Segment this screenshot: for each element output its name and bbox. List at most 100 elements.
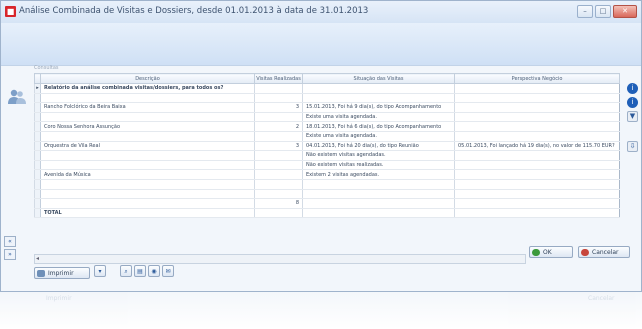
cell-visitas <box>254 150 303 161</box>
zoom-icon[interactable]: ⌕ <box>120 265 132 277</box>
cell-situacao <box>302 198 455 209</box>
last-record-icon[interactable]: » <box>4 249 16 260</box>
app-icon: ■ <box>5 6 16 17</box>
header-banner <box>1 23 641 66</box>
print-options-button[interactable]: ▾ <box>94 265 106 277</box>
cell-situacao <box>302 83 455 94</box>
cell-visitas <box>254 83 303 94</box>
cell-descricao: TOTAL <box>40 208 255 219</box>
cell-perspectiva <box>454 169 620 180</box>
cell-perspectiva <box>454 189 620 200</box>
cell-perspectiva <box>454 150 620 161</box>
cell-situacao <box>302 93 455 104</box>
cell-situacao: Existem 2 visitas agendadas. <box>302 169 455 180</box>
cell-perspectiva <box>454 131 620 142</box>
cell-descricao <box>40 112 255 123</box>
people-icon <box>8 89 26 104</box>
cell-perspectiva <box>454 112 620 123</box>
cell-perspectiva <box>454 198 620 209</box>
column-header-situacao[interactable]: Situação das Visitas <box>302 73 455 84</box>
table-row[interactable]: TOTAL <box>34 208 620 219</box>
ok-button-label: OK <box>543 249 552 256</box>
cell-perspectiva <box>454 93 620 104</box>
horizontal-scrollbar[interactable]: ◂ <box>34 254 526 264</box>
maximize-button[interactable]: □ <box>595 5 611 18</box>
info-icon[interactable]: i <box>627 83 638 94</box>
cell-visitas: 2 <box>254 121 303 132</box>
filter-icon[interactable]: ▼ <box>627 111 638 122</box>
export-icon[interactable]: ⇩ <box>627 141 638 152</box>
printer-icon <box>37 270 45 277</box>
report-grid-area: Consultas Descrição Visitas Realizadas S… <box>34 65 620 263</box>
cell-situacao: Não existem visitas realizadas. <box>302 160 455 171</box>
cell-visitas <box>254 93 303 104</box>
cancel-icon <box>581 249 589 256</box>
grid-header-row: Descrição Visitas Realizadas Situação da… <box>34 73 620 84</box>
table-row[interactable]: Existe uma visita agendada. <box>34 112 620 123</box>
grid-caption: Consultas <box>34 65 59 71</box>
table-row[interactable]: Orquestra de Vila Real 3 04.01.2013, Foi h… <box>34 141 620 152</box>
cell-perspectiva: 05.01.2013, Foi lançado há 19 dia(s), no… <box>454 141 620 152</box>
table-row[interactable]: Rancho Folclórico da Beira Baixa 3 15.01.2… <box>34 102 620 113</box>
table-row[interactable] <box>34 189 620 200</box>
cell-situacao: 04.01.2013, Foi há 20 dia(s), do tipo Re… <box>302 141 455 152</box>
cell-visitas <box>254 208 303 219</box>
cell-visitas <box>254 160 303 171</box>
cell-visitas <box>254 169 303 180</box>
table-row[interactable]: Avenida da Música Existem 2 visitas agend… <box>34 169 620 180</box>
reflection-print-text: Imprimir <box>46 295 72 302</box>
cell-descricao <box>40 179 255 190</box>
cell-descricao: Orquestra de Vila Real <box>40 141 255 152</box>
cell-visitas: 3 <box>254 102 303 113</box>
first-record-icon[interactable]: « <box>4 236 16 247</box>
table-row[interactable]: ▸ Relatório da análise combinada visitas/… <box>34 83 620 94</box>
report-window: ■ Análise Combinada de Visitas e Dossier… <box>0 0 642 292</box>
page-setup-icon[interactable]: ▤ <box>134 265 146 277</box>
cell-descricao <box>40 131 255 142</box>
cell-descricao <box>40 160 255 171</box>
cell-visitas: 3 <box>254 141 303 152</box>
close-button[interactable]: ✕ <box>613 5 637 18</box>
print-button-label: Imprimir <box>48 270 74 277</box>
cell-descricao <box>40 150 255 161</box>
cancel-button-label: Cancelar <box>592 249 619 256</box>
table-row[interactable]: Existe uma visita agendada. <box>34 131 620 142</box>
minimize-button[interactable]: – <box>577 5 593 18</box>
info-icon-secondary[interactable]: i <box>627 97 638 108</box>
window-title: Análise Combinada de Visitas e Dossiers,… <box>19 6 369 16</box>
scroll-left-icon[interactable]: ◂ <box>36 255 39 262</box>
cell-descricao: Avenida da Música <box>40 169 255 180</box>
ok-button[interactable]: OK <box>529 246 573 258</box>
cell-descricao: Relatório da análise combinada visitas/d… <box>40 83 255 94</box>
cell-situacao: 18.01.2013, Foi há 6 dia(s), do tipo Aco… <box>302 121 455 132</box>
table-row[interactable] <box>34 93 620 104</box>
table-row[interactable]: Não existem visitas realizadas. <box>34 160 620 171</box>
column-header-descricao[interactable]: Descrição <box>40 73 255 84</box>
cell-perspectiva <box>454 121 620 132</box>
cell-situacao: Não existem visitas agendadas. <box>302 150 455 161</box>
cell-situacao: Existe uma visita agendada. <box>302 131 455 142</box>
cancel-button[interactable]: Cancelar <box>578 246 630 258</box>
cell-descricao: Coro Nossa Senhora Assunção <box>40 121 255 132</box>
report-grid: Descrição Visitas Realizadas Situação da… <box>34 73 620 219</box>
grid-body: ▸ Relatório da análise combinada visitas/… <box>34 83 620 219</box>
cell-situacao: Existe uma visita agendada. <box>302 112 455 123</box>
table-row[interactable]: Não existem visitas agendadas. <box>34 150 620 161</box>
check-icon <box>532 249 540 256</box>
title-bar: ■ Análise Combinada de Visitas e Dossier… <box>1 1 641 24</box>
preview-icon[interactable]: ◉ <box>148 265 160 277</box>
cell-visitas: 8 <box>254 198 303 209</box>
column-header-visitas[interactable]: Visitas Realizadas <box>254 73 303 84</box>
cell-descricao <box>40 198 255 209</box>
email-icon[interactable]: ✉ <box>162 265 174 277</box>
table-row[interactable]: Coro Nossa Senhora Assunção 2 18.01.2013, … <box>34 121 620 132</box>
column-header-perspectiva[interactable]: Perspectiva Negócio <box>454 73 620 84</box>
print-button[interactable]: Imprimir <box>34 267 90 279</box>
reflection-cancel-text: Cancelar <box>588 295 615 302</box>
table-row[interactable] <box>34 179 620 190</box>
table-row[interactable]: 8 <box>34 198 620 209</box>
cell-visitas <box>254 189 303 200</box>
cell-descricao: Rancho Folclórico da Beira Baixa <box>40 102 255 113</box>
cell-situacao <box>302 189 455 200</box>
cell-descricao <box>40 93 255 104</box>
